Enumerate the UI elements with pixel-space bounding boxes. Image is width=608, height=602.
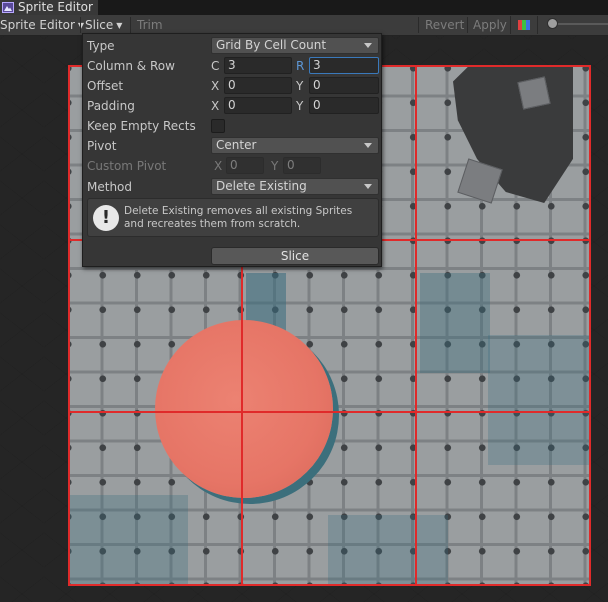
- mode-dropdown[interactable]: Sprite Editor ▼: [0, 15, 84, 35]
- row-axis-label: R: [296, 59, 305, 73]
- grid-line-v2: [415, 65, 417, 586]
- method-dropdown[interactable]: Delete Existing: [211, 178, 379, 195]
- padding-y-axis-label: Y: [296, 99, 304, 113]
- type-dropdown[interactable]: Grid By Cell Count: [211, 37, 379, 54]
- offset-x-axis-label: X: [211, 79, 220, 93]
- offset-x-field[interactable]: 0: [224, 77, 292, 94]
- column-row-label: Column & Row: [87, 59, 175, 73]
- method-label: Method: [87, 180, 133, 194]
- window-tab-bar: Sprite Editor: [0, 0, 608, 15]
- grid-line-right: [589, 65, 591, 586]
- offset-y-axis-label: Y: [296, 79, 304, 93]
- column-axis-label: C: [211, 59, 220, 73]
- tile-shading: [420, 273, 490, 373]
- tile-shading: [68, 495, 188, 586]
- column-count-field[interactable]: 3: [224, 57, 292, 74]
- custom-pivot-y-field[interactable]: 0: [283, 157, 321, 174]
- grid-line-bottom: [68, 584, 591, 586]
- custom-pivot-x-axis-label: X: [214, 159, 223, 173]
- tab-title: Sprite Editor: [18, 0, 93, 14]
- type-label: Type: [87, 39, 115, 53]
- pivot-dropdown[interactable]: Center: [211, 137, 379, 154]
- toolbar-divider: [467, 17, 468, 33]
- tab-sprite-editor[interactable]: Sprite Editor: [0, 0, 98, 15]
- trim-button[interactable]: Trim: [137, 15, 163, 35]
- pivot-dropdown-value: Center: [216, 138, 257, 152]
- offset-label: Offset: [87, 79, 124, 93]
- rgb-channels-icon: [518, 20, 530, 30]
- grid-line-left: [68, 65, 70, 586]
- method-help-box: ! Delete Existing removes all existing S…: [87, 198, 379, 237]
- method-dropdown-value: Delete Existing: [216, 179, 307, 193]
- slice-popup: Type Grid By Cell Count Column & Row C 3…: [82, 33, 382, 267]
- red-circle-sprite: [155, 320, 333, 498]
- chevron-down-icon: ▼: [116, 21, 123, 30]
- grid-line-h2: [68, 411, 591, 413]
- apply-button[interactable]: Apply: [473, 15, 507, 35]
- chevron-down-icon: [364, 43, 372, 48]
- toolbar-divider: [130, 17, 131, 33]
- color-channel-toggle[interactable]: [510, 16, 538, 34]
- custom-pivot-x-field[interactable]: 0: [226, 157, 264, 174]
- zoom-slider-handle[interactable]: [547, 18, 558, 29]
- padding-x-field[interactable]: 0: [224, 97, 292, 114]
- sprite-editor-icon: [2, 2, 14, 13]
- method-help-text: Delete Existing removes all existing Spr…: [124, 205, 353, 230]
- chevron-down-icon: ▼: [77, 21, 85, 30]
- custom-pivot-label: Custom Pivot: [87, 159, 167, 173]
- padding-y-field[interactable]: 0: [309, 97, 379, 114]
- offset-y-field[interactable]: 0: [309, 77, 379, 94]
- slice-dropdown-label: Slice: [85, 18, 114, 32]
- pivot-label: Pivot: [87, 139, 117, 153]
- row-count-field[interactable]: 3: [309, 57, 379, 74]
- toolbar-divider: [80, 17, 81, 33]
- chevron-down-icon: [364, 143, 372, 148]
- slice-button[interactable]: Slice: [211, 247, 379, 265]
- toolbar-divider: [418, 17, 419, 33]
- revert-button[interactable]: Revert: [425, 15, 464, 35]
- keep-empty-rects-checkbox[interactable]: [211, 119, 225, 133]
- custom-pivot-y-axis-label: Y: [271, 159, 279, 173]
- type-dropdown-value: Grid By Cell Count: [216, 38, 327, 52]
- loose-tile: [517, 76, 551, 110]
- keep-empty-rects-label: Keep Empty Rects: [87, 119, 196, 133]
- tile-shading: [488, 335, 591, 465]
- mode-dropdown-label: Sprite Editor: [0, 18, 75, 32]
- slice-dropdown[interactable]: Slice ▼: [85, 15, 122, 35]
- zoom-slider-track[interactable]: [552, 23, 608, 25]
- padding-label: Padding: [87, 99, 135, 113]
- info-icon: !: [93, 205, 119, 231]
- chevron-down-icon: [364, 184, 372, 189]
- padding-x-axis-label: X: [211, 99, 220, 113]
- tile-shading: [328, 515, 448, 586]
